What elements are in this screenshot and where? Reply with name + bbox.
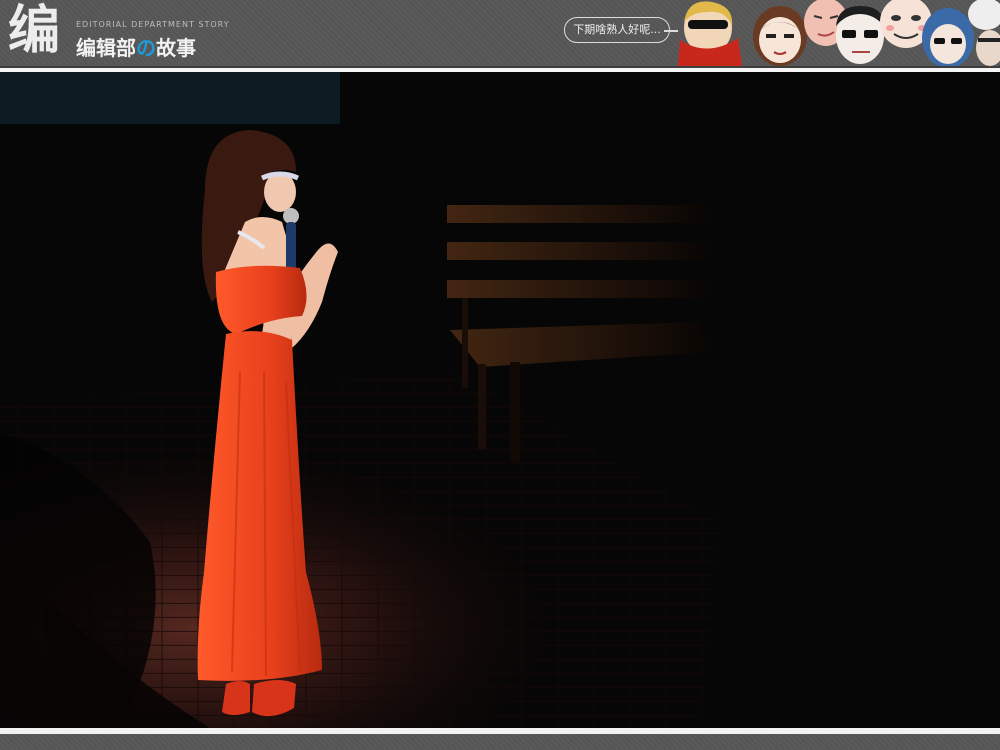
site-subtitle: EDITORIAL DEPARTMENT STORY bbox=[76, 20, 230, 29]
speech-bubble: 下期啥熟人好呢... bbox=[564, 17, 670, 43]
face-blonde-sunglasses-icon bbox=[678, 1, 742, 66]
speech-bubble-tail bbox=[664, 30, 678, 32]
footer-bar bbox=[0, 734, 1000, 750]
header-bar: 编 EDITORIAL DEPARTMENT STORY 编辑部の故事 下期啥熟… bbox=[0, 0, 1000, 68]
face-glasses-man-icon bbox=[836, 6, 884, 64]
face-brown-hair-icon bbox=[753, 6, 807, 66]
top-left-glow bbox=[0, 72, 340, 124]
stage-photo-svg bbox=[0, 72, 1000, 728]
stage-photo bbox=[0, 72, 1000, 728]
site-logo-mark[interactable]: 编 bbox=[8, 4, 72, 58]
site-title-no: の bbox=[136, 36, 156, 60]
site-title-part1: 编辑部 bbox=[76, 36, 136, 60]
site-title[interactable]: 编辑部の故事 bbox=[76, 32, 196, 61]
face-blue-hair-icon bbox=[922, 8, 974, 66]
site-title-part2: 故事 bbox=[156, 36, 196, 60]
cartoon-faces-banner bbox=[678, 0, 1000, 66]
